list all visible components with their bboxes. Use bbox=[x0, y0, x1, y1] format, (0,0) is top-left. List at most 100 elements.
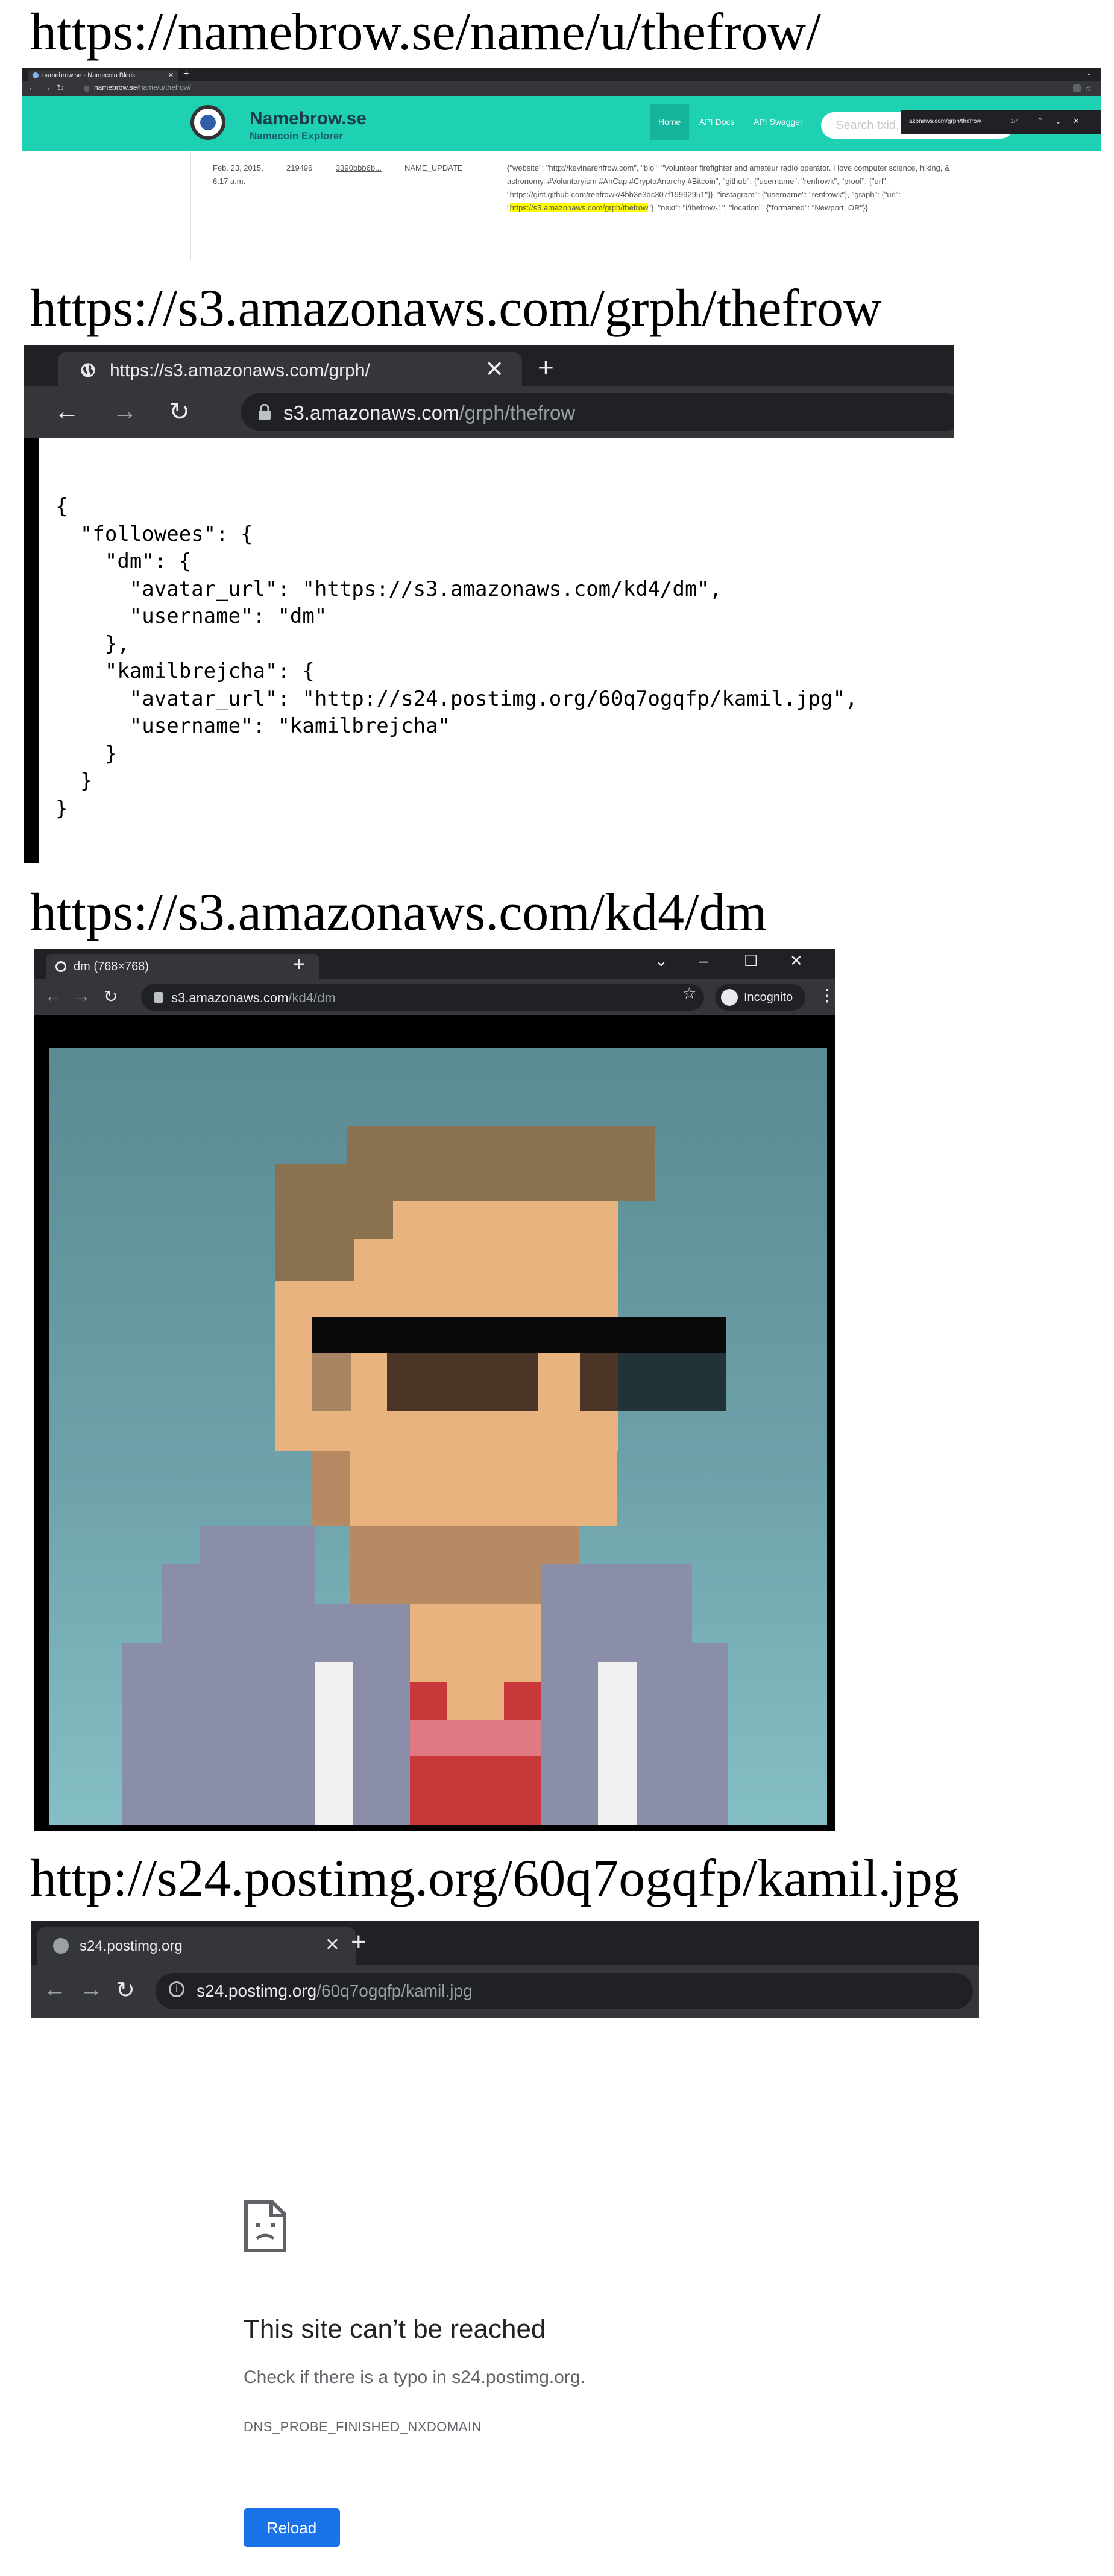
star-icon[interactable]: ☆ bbox=[1085, 84, 1092, 93]
avatar-hair bbox=[347, 1126, 655, 1164]
avatar-jacket-left bbox=[122, 1643, 315, 1825]
url-path: /kd4/dm bbox=[288, 990, 336, 1005]
reload-icon[interactable]: ↻ bbox=[116, 1977, 135, 2004]
back-icon[interactable]: ← bbox=[43, 1977, 66, 2003]
globe-icon bbox=[53, 1938, 69, 1954]
avatar-hair bbox=[275, 1164, 655, 1201]
address-bar[interactable]: namebrow.se/name/u/thefrow/ bbox=[94, 83, 191, 92]
avatar-hair bbox=[275, 1201, 354, 1281]
address-bar[interactable]: s3.amazonaws.com/kd4/dm bbox=[141, 984, 704, 1011]
avatar-face bbox=[393, 1201, 618, 1281]
value-text-after: "}, "next": "i/thefrow-1", "location": {… bbox=[648, 203, 868, 212]
grph-browser-window: https://s3.amazonaws.com/grph/ ✕ + ← → ↻… bbox=[24, 345, 954, 863]
json-document: { "followees": { "dm": { "avatar_url": "… bbox=[55, 494, 858, 821]
tab-namebrow[interactable]: namebrow.se - Namecoin Block ✕ bbox=[28, 70, 178, 81]
forward-icon[interactable]: → bbox=[74, 987, 90, 1006]
address-bar[interactable]: i s24.postimg.org/60q7ogqfp/kamil.jpg bbox=[156, 1973, 973, 2009]
back-icon[interactable]: ← bbox=[54, 397, 80, 426]
chevron-down-icon[interactable]: ⌄ bbox=[1086, 69, 1092, 77]
sad-document-icon bbox=[244, 2200, 286, 2252]
avatar-hair bbox=[354, 1201, 393, 1239]
tab-strip: namebrow.se - Namecoin Block ✕ + ⌄ bbox=[22, 68, 1101, 81]
namebrow-browser-window: namebrow.se - Namecoin Block ✕ + ⌄ ← → ↻… bbox=[22, 68, 1101, 260]
close-tab-icon[interactable]: ✕ bbox=[325, 1934, 340, 1956]
star-icon[interactable]: ☆ bbox=[682, 984, 696, 1003]
error-code: DNS_PROBE_FINISHED_NXDOMAIN bbox=[244, 2419, 482, 2434]
favicon-icon bbox=[33, 72, 39, 78]
site-subtitle: Namecoin Explorer bbox=[250, 130, 343, 142]
close-window-icon[interactable]: ✕ bbox=[790, 952, 803, 970]
address-toolbar: ← → ↻ s3.amazonaws.com/grph/thefrow bbox=[24, 386, 954, 438]
tab-postimg[interactable]: s24.postimg.org ✕ bbox=[37, 1927, 356, 1965]
tab-dm[interactable]: dm (768×768) bbox=[46, 954, 319, 979]
incognito-label: Incognito bbox=[744, 991, 793, 1004]
url-path: /grph/thefrow bbox=[459, 402, 576, 424]
new-tab-icon[interactable]: + bbox=[351, 1927, 367, 1957]
nav-home[interactable]: Home bbox=[650, 104, 690, 140]
back-icon[interactable]: ← bbox=[28, 83, 37, 93]
chevron-down-icon[interactable]: ⌄ bbox=[655, 952, 668, 970]
row-txid-link[interactable]: 3390bbb6b... bbox=[336, 162, 382, 175]
caption-dm-url: https://s3.amazonaws.com/kd4/dm bbox=[30, 883, 767, 942]
new-tab-icon[interactable]: + bbox=[183, 69, 189, 80]
row-height: 219496 bbox=[286, 163, 313, 172]
avatar-chest bbox=[447, 1682, 504, 1720]
reload-button[interactable]: Reload bbox=[244, 2508, 340, 2547]
avatar-lens-shade bbox=[618, 1353, 726, 1411]
forward-icon[interactable]: → bbox=[80, 1977, 102, 2003]
name-history-table: Feb. 23, 2015, 6:17 a.m. 219496 3390bbb6… bbox=[190, 151, 1015, 260]
find-query[interactable]: azonaws.com/grph/thefrow bbox=[909, 118, 981, 125]
url-host: s24.postimg.org bbox=[197, 1981, 317, 2000]
menu-icon[interactable]: ⋮ bbox=[819, 985, 836, 1005]
reload-icon[interactable]: ↻ bbox=[57, 83, 65, 93]
lock-icon bbox=[154, 992, 163, 1003]
nav-api-swagger[interactable]: API Swagger bbox=[754, 117, 803, 127]
new-tab-icon[interactable]: + bbox=[293, 953, 305, 976]
avatar-shirt-stripe bbox=[410, 1720, 541, 1756]
close-tab-icon[interactable]: ✕ bbox=[485, 356, 504, 383]
address-toolbar: ← → ↻ namebrow.se/name/u/thefrow/ ☆ bbox=[22, 81, 1101, 96]
close-tab-icon[interactable]: ✕ bbox=[168, 70, 174, 81]
avatar-lens bbox=[387, 1353, 538, 1411]
error-message: Check if there is a typo in s24.postimg.… bbox=[244, 2367, 585, 2387]
back-icon[interactable]: ← bbox=[45, 987, 61, 1006]
tab-strip: dm (768×768) + ⌄ – ☐ ✕ bbox=[34, 949, 836, 979]
address-bar[interactable]: s3.amazonaws.com/grph/thefrow bbox=[241, 393, 954, 431]
new-tab-icon[interactable]: + bbox=[538, 351, 554, 384]
avatar-lapel-right bbox=[598, 1662, 637, 1825]
tab-title: https://s3.amazonaws.com/grph/ bbox=[110, 361, 370, 380]
incognito-badge[interactable]: Incognito bbox=[715, 984, 805, 1011]
info-icon[interactable]: i bbox=[169, 1981, 184, 1997]
avatar-face bbox=[354, 1239, 393, 1281]
magnifier-logo-icon[interactable] bbox=[190, 105, 225, 140]
avatar-lens-edge bbox=[312, 1353, 351, 1411]
tab-title: namebrow.se - Namecoin Block bbox=[42, 72, 136, 79]
extension-icon[interactable] bbox=[1073, 84, 1081, 92]
find-prev-icon[interactable]: ⌃ bbox=[1037, 116, 1043, 126]
reload-icon[interactable]: ↻ bbox=[169, 397, 190, 426]
lock-icon bbox=[84, 86, 89, 92]
minimize-icon[interactable]: – bbox=[699, 952, 708, 970]
find-next-icon[interactable]: ⌄ bbox=[1055, 116, 1062, 126]
tab-grph[interactable]: https://s3.amazonaws.com/grph/ ✕ bbox=[58, 352, 522, 386]
row-value: {"website": "http://kevinarenfrow.com", … bbox=[507, 162, 989, 215]
address-toolbar: ← → ↻ s3.amazonaws.com/kd4/dm ☆ Incognit… bbox=[34, 979, 836, 1015]
find-count: 1/4 bbox=[1010, 118, 1019, 125]
find-close-icon[interactable]: ✕ bbox=[1073, 116, 1080, 126]
avatar-jaw bbox=[312, 1451, 617, 1488]
reload-icon[interactable]: ↻ bbox=[104, 987, 118, 1006]
forward-icon[interactable]: → bbox=[42, 83, 51, 93]
nav-api-docs[interactable]: API Docs bbox=[699, 117, 734, 127]
url-path: /60q7ogqfp/kamil.jpg bbox=[316, 1981, 473, 2000]
incognito-icon bbox=[721, 989, 738, 1006]
page-left-edge bbox=[24, 438, 39, 863]
globe-icon bbox=[81, 363, 95, 377]
url-path: /name/u/thefrow/ bbox=[137, 83, 191, 92]
forward-icon[interactable]: → bbox=[112, 397, 137, 426]
maximize-icon[interactable]: ☐ bbox=[744, 952, 758, 970]
kamil-browser-window: s24.postimg.org ✕ + ← → ↻ i s24.postimg.… bbox=[31, 1921, 979, 2018]
dm-browser-window: dm (768×768) + ⌄ – ☐ ✕ ← → ↻ s3.amazonaw… bbox=[34, 949, 836, 1831]
site-brand[interactable]: Namebrow.se bbox=[250, 109, 367, 129]
caption-grph-url: https://s3.amazonaws.com/grph/thefrow bbox=[30, 279, 882, 338]
avatar-lens bbox=[580, 1353, 618, 1411]
